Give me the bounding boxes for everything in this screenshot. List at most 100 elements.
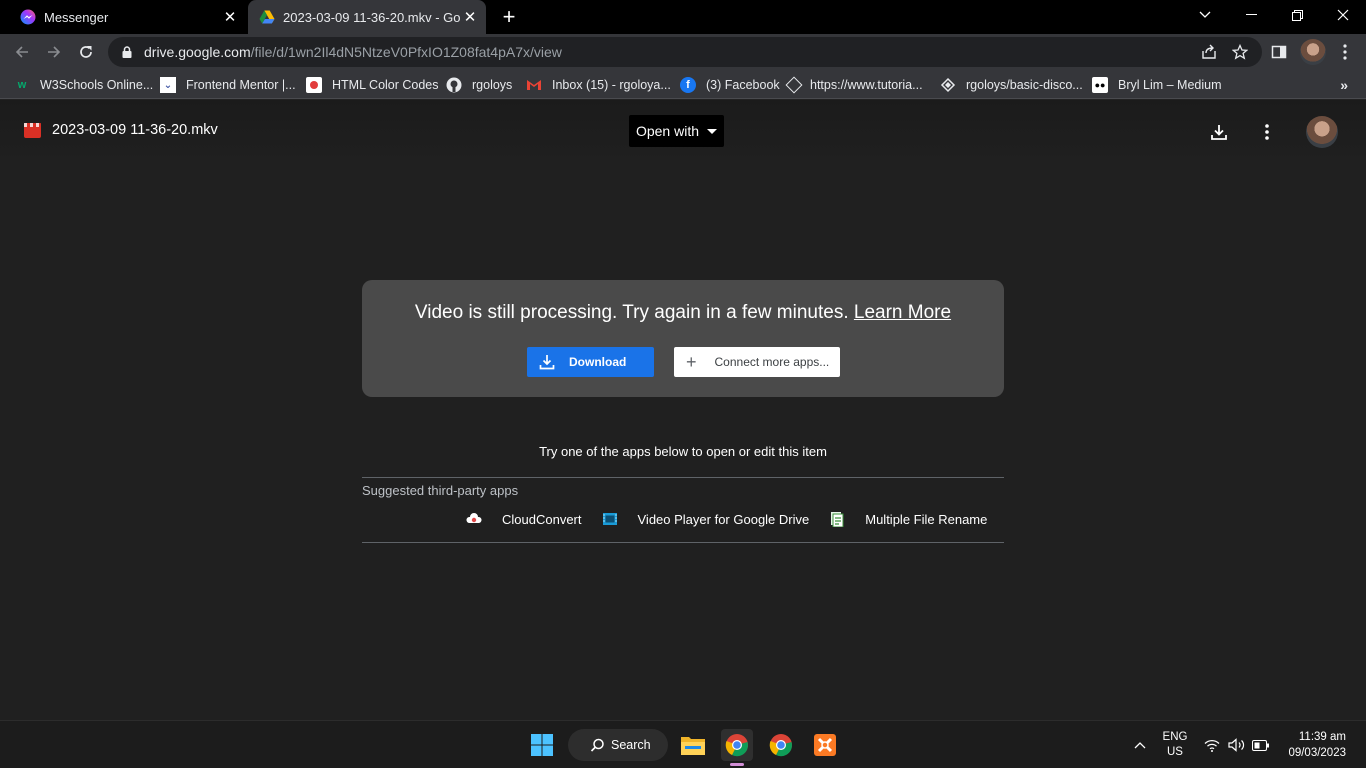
- tab-messenger[interactable]: Messenger ✕: [0, 0, 246, 34]
- tutorial-icon: [785, 76, 803, 94]
- suggested-apps-list: CloudConvert Video Player for Google Dri…: [466, 509, 1007, 529]
- close-window-button[interactable]: [1320, 0, 1366, 30]
- minimize-button[interactable]: [1228, 0, 1274, 30]
- file-name: 2023-03-09 11-36-20.mkv: [52, 122, 218, 138]
- html-color-codes-icon: [306, 77, 322, 93]
- search-icon: [590, 738, 604, 752]
- more-bookmarks-button[interactable]: »: [1340, 77, 1348, 93]
- bookmark-tutorial[interactable]: https://www.tutoria...: [785, 75, 923, 95]
- viewer-header: 2023-03-09 11-36-20.mkv Open with: [0, 100, 1366, 164]
- app-cloudconvert[interactable]: CloudConvert: [466, 511, 582, 527]
- open-with-button[interactable]: Open with: [629, 115, 724, 147]
- forward-button[interactable]: [40, 38, 68, 66]
- tab-search-chevron-icon[interactable]: [1182, 0, 1228, 30]
- connect-more-apps-button[interactable]: + Connect more apps...: [674, 347, 840, 377]
- share-icon[interactable]: [1196, 39, 1222, 65]
- cloudconvert-icon: [466, 513, 482, 523]
- plus-icon: +: [686, 351, 697, 372]
- restore-button[interactable]: [1274, 0, 1320, 30]
- facebook-icon: f: [680, 77, 696, 93]
- bookmark-facebook[interactable]: f (3) Facebook: [680, 75, 780, 95]
- app-multiple-file-rename[interactable]: Multiple File Rename: [829, 511, 987, 527]
- reload-button[interactable]: [72, 38, 100, 66]
- search-label: Search: [611, 738, 651, 752]
- kebab-menu-icon[interactable]: [1332, 39, 1358, 65]
- medium-icon: ●●: [1092, 77, 1108, 93]
- show-hidden-icons-chevron[interactable]: [1128, 721, 1152, 768]
- app-video-player[interactable]: Video Player for Google Drive: [602, 511, 809, 527]
- more-actions-icon[interactable]: [1255, 120, 1279, 144]
- close-tab-icon[interactable]: ✕: [460, 7, 480, 27]
- tab-drive-file[interactable]: 2023-03-09 11-36-20.mkv - Goog ✕: [248, 0, 486, 34]
- language-indicator[interactable]: ENG US: [1158, 721, 1192, 768]
- new-tab-button[interactable]: +: [497, 4, 521, 29]
- gmail-icon: [527, 80, 541, 90]
- chrome-taskbar-active[interactable]: [721, 729, 753, 761]
- chrome-icon: [769, 734, 792, 757]
- windows-logo-icon: [531, 734, 553, 756]
- url-text: drive.google.com/file/d/1wn2Il4dN5NtzeV0…: [144, 44, 562, 60]
- connect-label: Connect more apps...: [714, 355, 830, 369]
- bookmark-codepen[interactable]: rgoloys/basic-disco...: [940, 75, 1083, 95]
- file-rename-icon: [831, 512, 844, 527]
- bookmark-frontend-mentor[interactable]: ⌄ Frontend Mentor |...: [160, 75, 296, 95]
- chrome-taskbar-profile[interactable]: [765, 729, 797, 761]
- codepen-icon: [940, 77, 956, 93]
- bookmark-gmail[interactable]: Inbox (15) - rgoloya...: [526, 75, 671, 95]
- bookmark-github[interactable]: rgoloys: [446, 75, 512, 95]
- drive-viewer: 2023-03-09 11-36-20.mkv Open with Video …: [0, 100, 1366, 720]
- bookmark-label: https://www.tutoria...: [810, 78, 923, 92]
- taskbar-search[interactable]: Search: [568, 729, 668, 761]
- try-apps-text: Try one of the apps below to open or edi…: [539, 444, 827, 459]
- wifi-icon[interactable]: [1203, 721, 1221, 768]
- system-clock[interactable]: 11:39 am 09/03/2023: [1288, 729, 1346, 761]
- bookmark-medium[interactable]: ●● Bryl Lim – Medium: [1092, 75, 1222, 95]
- video-player-icon: [602, 513, 617, 525]
- battery-icon[interactable]: [1250, 721, 1272, 768]
- github-icon: [446, 77, 462, 93]
- bookmark-label: HTML Color Codes: [332, 78, 439, 92]
- messenger-icon: [20, 9, 36, 25]
- url-host: drive.google.com: [144, 44, 251, 60]
- bookmark-html-color-codes[interactable]: HTML Color Codes: [306, 75, 439, 95]
- bookmark-star-icon[interactable]: [1227, 39, 1253, 65]
- bookmarks-bar: w W3Schools Online... ⌄ Frontend Mentor …: [0, 70, 1366, 99]
- windows-taskbar: Search ENG US 11:39 am 09/03/2023: [0, 720, 1366, 768]
- clock-time: 11:39 am: [1298, 731, 1346, 743]
- xampp-icon: [814, 734, 836, 756]
- processing-text: Video is still processing. Try again in …: [414, 302, 849, 323]
- file-explorer-button[interactable]: [677, 729, 709, 761]
- browser-toolbar: drive.google.com/file/d/1wn2Il4dN5NtzeV0…: [0, 34, 1366, 70]
- download-button[interactable]: Download: [527, 347, 654, 377]
- bookmark-label: Bryl Lim – Medium: [1118, 78, 1222, 92]
- download-icon[interactable]: [1207, 120, 1231, 144]
- close-tab-icon[interactable]: ✕: [220, 7, 240, 27]
- bookmark-label: Inbox (15) - rgoloya...: [552, 78, 671, 92]
- bookmark-label: W3Schools Online...: [40, 78, 154, 92]
- lang-line1: ENG: [1162, 731, 1188, 743]
- open-with-label: Open with: [635, 123, 700, 139]
- video-file-icon: [24, 123, 41, 138]
- google-drive-icon: [259, 10, 275, 24]
- bookmark-label: (3) Facebook: [706, 78, 780, 92]
- bookmark-w3schools[interactable]: w W3Schools Online...: [14, 75, 154, 95]
- back-button[interactable]: [8, 38, 36, 66]
- clock-date: 09/03/2023: [1288, 747, 1346, 759]
- w3schools-icon: w: [17, 79, 27, 91]
- side-panel-icon[interactable]: [1266, 39, 1292, 65]
- folder-icon: [681, 737, 705, 755]
- url-path: /file/d/1wn2Il4dN5NtzeV0PfxIO1Z08fat4pA7…: [250, 44, 562, 60]
- bookmark-label: rgoloys/basic-disco...: [966, 78, 1083, 92]
- xampp-button[interactable]: [809, 729, 841, 761]
- tab-strip: Messenger ✕ 2023-03-09 11-36-20.mkv - Go…: [0, 0, 1366, 34]
- profile-avatar[interactable]: [1300, 39, 1326, 65]
- volume-icon[interactable]: [1227, 721, 1247, 768]
- lock-icon: [122, 46, 132, 58]
- address-bar[interactable]: drive.google.com/file/d/1wn2Il4dN5NtzeV0…: [108, 37, 1262, 67]
- divider: [362, 542, 1004, 543]
- account-avatar[interactable]: [1306, 116, 1338, 148]
- start-button[interactable]: [526, 729, 558, 761]
- learn-more-link[interactable]: Learn More: [854, 302, 951, 323]
- chrome-icon: [725, 734, 748, 757]
- active-indicator: [730, 763, 744, 766]
